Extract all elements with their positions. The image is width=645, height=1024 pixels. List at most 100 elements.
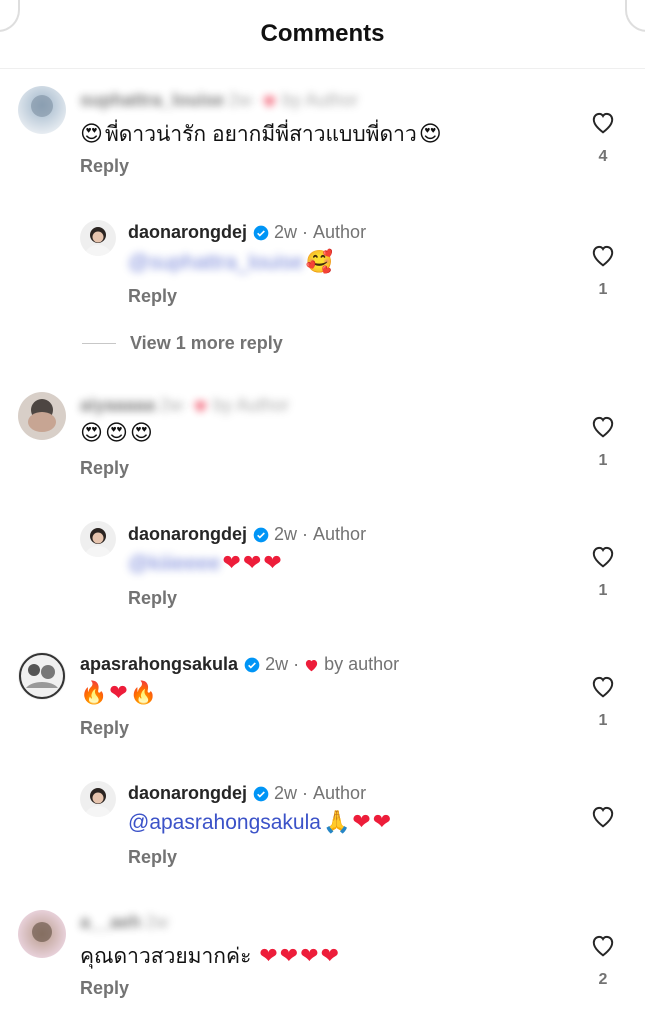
timestamp: 2w [274,783,298,803]
reply-text: @kiiieeee ❤ ❤ ❤ [128,551,282,576]
timestamp: 2w [265,654,289,674]
like-count: 1 [598,712,608,729]
heart-eyes-emoji: 😍 [80,122,103,147]
red-heart-emoji: ❤ [300,944,319,969]
liked-by-author-label: by author [324,654,400,674]
comment-text: 😍 😍 😍 [80,421,153,446]
divider [82,343,116,344]
avatar[interactable] [80,781,116,817]
heart-outline-icon[interactable] [590,804,616,828]
like-button[interactable]: 1 [589,243,617,299]
comment-text: 😍 พี่ดาวน่ารัก อยากมีพี่สาวแบบพี่ดาว 😍 [80,118,442,151]
reply-button[interactable]: Reply [128,847,177,868]
smiling-hearts-emoji: 🥰 [305,250,333,275]
like-button[interactable]: 2 [589,933,617,989]
reply-meta: daonarongdej 2w · Author [128,222,367,243]
reply-button[interactable]: Reply [128,588,177,609]
like-button[interactable]: 1 [589,674,617,730]
like-button[interactable] [589,804,617,828]
heart-outline-icon[interactable] [590,110,616,134]
comment-meta: a__aeh 2w [80,912,168,933]
like-count: 1 [598,582,608,599]
liked-by-author-label: by Author [213,395,290,415]
view-more-replies-button[interactable]: View 1 more reply [82,333,283,354]
mention-link[interactable]: @suphattra_louise [128,251,303,275]
timestamp: 2w [159,395,183,415]
username[interactable]: daonarongdej [128,222,247,243]
red-heart-emoji: ❤ [222,551,241,576]
fire-emoji: 🔥 [80,681,108,706]
username[interactable]: aiyaaaaa [80,395,155,416]
comment-text: 🔥 ❤ 🔥 [80,681,157,706]
heart-icon [194,400,207,412]
author-tag: Author [313,783,367,803]
verified-badge-icon [253,225,269,240]
like-count: 1 [598,452,608,469]
like-count: 2 [598,971,608,988]
avatar[interactable] [18,910,66,958]
timestamp: 2w [145,912,169,932]
username[interactable]: daonarongdej [128,783,247,804]
verified-badge-icon [244,657,260,672]
reply-button[interactable]: Reply [80,458,129,479]
username[interactable]: daonarongdej [128,524,247,545]
red-heart-emoji: ❤ [109,681,128,706]
reply-button[interactable]: Reply [128,286,177,307]
heart-eyes-emoji: 😍 [129,421,153,446]
heart-eyes-emoji: 😍 [80,421,103,446]
red-heart-emoji: ❤ [279,944,299,969]
view-more-label[interactable]: View 1 more reply [130,333,283,354]
heart-outline-icon[interactable] [590,674,616,698]
red-heart-emoji: ❤ [320,944,340,969]
like-button[interactable]: 1 [589,544,617,600]
comment-meta: aiyaaaaa 2w · by Author [80,395,290,416]
red-heart-emoji: ❤ [242,551,262,576]
timestamp: 2w [274,524,298,544]
like-button[interactable]: 4 [589,110,617,166]
comment-text-content: คุณดาวสวยมากค่ะ [80,945,252,968]
folded-hands-emoji: 🙏 [322,810,351,835]
mention-link[interactable]: @apasrahongsakula [128,811,321,835]
reply-meta: daonarongdej 2w · Author [128,783,367,804]
reply-text: @suphattra_louise 🥰 [128,250,333,275]
comment-text: คุณดาวสวยมากค่ะ ❤ ❤ ❤ ❤ [80,940,339,973]
like-count: 4 [598,148,608,165]
heart-outline-icon[interactable] [590,933,616,957]
comment-meta: suphattra_louise 2w · by Author [80,90,359,111]
author-tag: Author [313,524,367,544]
verified-badge-icon [253,527,269,542]
red-heart-emoji: ❤ [259,944,278,969]
heart-icon [305,659,318,671]
avatar[interactable] [18,86,66,134]
like-button[interactable]: 1 [589,414,617,470]
heart-icon [263,95,276,107]
avatar[interactable] [18,652,66,700]
red-heart-emoji: ❤ [352,810,371,835]
reply-text: @apasrahongsakula 🙏 ❤ ❤ [128,810,391,835]
avatar[interactable] [18,392,66,440]
timestamp: 2w [274,222,298,242]
avatar[interactable] [80,220,116,256]
heart-outline-icon[interactable] [590,414,616,438]
reply-button[interactable]: Reply [80,156,129,177]
fire-emoji: 🔥 [129,681,158,706]
heart-eyes-emoji: 😍 [104,421,128,446]
username[interactable]: a__aeh [80,912,141,933]
reply-button[interactable]: Reply [80,978,129,999]
heart-outline-icon[interactable] [590,243,616,267]
liked-by-author-label: by Author [282,90,359,110]
like-count: 1 [598,281,608,298]
avatar[interactable] [80,521,116,557]
comments-header: Comments [0,0,645,69]
mention-link[interactable]: @kiiieeee [128,552,221,576]
username[interactable]: suphattra_louise [80,90,224,111]
page-title: Comments [260,20,385,47]
verified-badge-icon [253,786,269,801]
red-heart-emoji: ❤ [263,551,282,576]
heart-outline-icon[interactable] [590,544,616,568]
username[interactable]: apasrahongsakula [80,654,238,675]
heart-eyes-emoji: 😍 [418,122,442,147]
timestamp: 2w [228,90,252,110]
comment-text-content: พี่ดาวน่ารัก อยากมีพี่สาวแบบพี่ดาว [104,123,417,146]
reply-button[interactable]: Reply [80,718,129,739]
